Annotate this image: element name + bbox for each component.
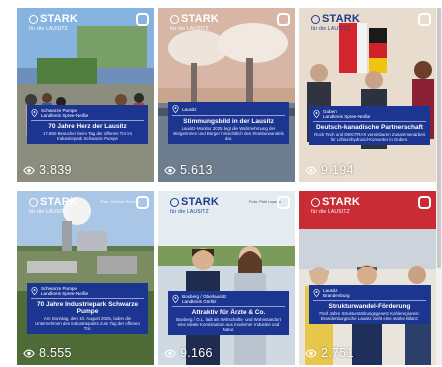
select-checkbox[interactable] xyxy=(418,196,431,209)
brand-logo: STARK für die LAUSITZ xyxy=(170,196,220,215)
location-row: Lausitz Brandenburg xyxy=(313,288,426,301)
view-count-value: 5.613 xyxy=(180,163,213,177)
eye-icon xyxy=(305,166,317,174)
view-count-value: 8.555 xyxy=(39,346,72,360)
select-checkbox[interactable] xyxy=(136,13,149,26)
post-tile-3[interactable]: STARK für die LAUSITZ Guben Landkreis Spre… xyxy=(299,8,436,182)
post-info-card: Schwarze Pumpe Landkreis Spree-Neiße 70 J… xyxy=(27,283,148,334)
post-title: Deutsch-kanadische Partnerschaft xyxy=(316,124,423,131)
scrollbar-thumb[interactable] xyxy=(437,8,441,268)
post-title: 70 Jahre Industriepark Schwarze Pumpe xyxy=(36,301,139,315)
view-count: 2.751 xyxy=(305,346,354,360)
post-photo xyxy=(158,191,295,365)
location-pin-icon xyxy=(31,109,38,117)
post-info-card: Lausitz Stimmungsbild in der Lausitz Lau… xyxy=(168,102,289,144)
location-line: Landkreis Spree-Neiße xyxy=(41,291,89,296)
location-line: Landkreis Görlitz xyxy=(182,299,217,304)
brand-logo: STARK für die LAUSITZ xyxy=(311,196,361,215)
location-row: Guben Landkreis Spree-Neiße xyxy=(313,109,426,122)
post-tile-1[interactable]: STARK für die LAUSITZ Schwarze Pumpe Landk… xyxy=(17,8,154,182)
photo-credit: Foto: Dietmar Brucher xyxy=(100,199,140,204)
view-count: 3.839 xyxy=(23,163,72,177)
brand-logo: STARK für die LAUSITZ xyxy=(311,13,361,32)
select-checkbox[interactable] xyxy=(277,196,290,209)
location-line: Landkreis Spree-Neiße xyxy=(323,114,371,119)
post-text: Am Sonntag, den 10. August 2025, laden d… xyxy=(35,316,140,331)
select-checkbox[interactable] xyxy=(277,13,290,26)
brand-logo: STARK für die LAUSITZ xyxy=(170,13,220,32)
location-pin-icon xyxy=(172,105,179,113)
post-photo xyxy=(299,8,436,182)
location-line: Landkreis Spree-Neiße xyxy=(41,113,89,118)
post-info-card: Lausitz Brandenburg Strukturwandel-Förder… xyxy=(309,285,430,324)
eye-icon xyxy=(164,349,176,357)
select-checkbox[interactable] xyxy=(418,13,431,26)
post-photo xyxy=(17,8,154,182)
select-checkbox[interactable] xyxy=(136,196,149,209)
post-title: Stimmungsbild in der Lausitz xyxy=(183,118,274,125)
post-tile-2[interactable]: STARK für die LAUSITZ Lausitz Stimmungsbi… xyxy=(158,8,295,182)
post-title: Strukturwandel-Förderung xyxy=(328,303,411,310)
view-count: 5.613 xyxy=(164,163,213,177)
eye-icon xyxy=(23,349,35,357)
view-count: 8.555 xyxy=(23,346,72,360)
location-line: Brandenburg xyxy=(323,293,350,298)
post-text: Lausitz-Monitor 2025 legt die Wahrnehmun… xyxy=(173,126,284,141)
post-text: Fünf Jahre Strukturstärkungsgesetz Kohle… xyxy=(319,311,420,321)
location-row: Lausitz xyxy=(172,105,285,116)
post-grid: STARK für die LAUSITZ Schwarze Pumpe Landk… xyxy=(17,8,436,365)
post-info-card: Boxberg / Oberlausitz Landkreis Görlitz A… xyxy=(168,291,289,335)
post-text: Rock Tech und DEKITRAS vereinbaren Zusam… xyxy=(314,132,425,142)
location-pin-icon xyxy=(31,287,38,295)
location-row: Schwarze Pumpe Landkreis Spree-Neiße xyxy=(31,108,144,121)
view-count-value: 9.194 xyxy=(321,163,354,177)
post-info-card: Guben Landkreis Spree-Neiße Deutsch-kanad… xyxy=(309,106,430,145)
location-pin-icon xyxy=(313,289,320,297)
view-count-value: 2.751 xyxy=(321,346,354,360)
post-title: 70 Jahre Herz der Lausitz xyxy=(48,123,127,130)
post-tile-5[interactable]: STARK für die LAUSITZ Foto: Pohl Lausitz … xyxy=(158,191,295,365)
view-count-value: 9.166 xyxy=(180,346,213,360)
brand-logo: STARK für die LAUSITZ xyxy=(29,196,79,215)
post-title: Attraktiv für Ärzte & Co. xyxy=(191,309,266,316)
post-photo xyxy=(17,191,154,365)
eye-icon xyxy=(23,166,35,174)
location-pin-icon xyxy=(172,295,179,303)
location-row: Schwarze Pumpe Landkreis Spree-Neiße xyxy=(31,286,144,299)
location-line: Lausitz xyxy=(182,106,197,112)
post-photo xyxy=(158,8,295,182)
view-count: 9.166 xyxy=(164,346,213,360)
post-tile-4[interactable]: STARK für die LAUSITZ Foto: Dietmar Bruch… xyxy=(17,191,154,365)
eye-icon xyxy=(305,349,317,357)
view-count: 9.194 xyxy=(305,163,354,177)
brand-logo: STARK für die LAUSITZ xyxy=(29,13,79,32)
eye-icon xyxy=(164,166,176,174)
location-pin-icon xyxy=(313,110,320,118)
post-text: 17.850 Besucher beim Tag der offenen Tür… xyxy=(42,131,133,141)
location-row: Boxberg / Oberlausitz Landkreis Görlitz xyxy=(172,294,285,307)
view-count-value: 3.839 xyxy=(39,163,72,177)
scrollbar[interactable] xyxy=(436,8,442,365)
post-info-card: Schwarze Pumpe Landkreis Spree-Neiße 70 J… xyxy=(27,105,148,144)
post-photo xyxy=(299,191,436,365)
post-tile-6[interactable]: STARK für die LAUSITZ Lausitz Brandenburg … xyxy=(299,191,436,365)
post-text: Boxberg / O.L. lädt als Wirtschafts- und… xyxy=(176,317,281,332)
